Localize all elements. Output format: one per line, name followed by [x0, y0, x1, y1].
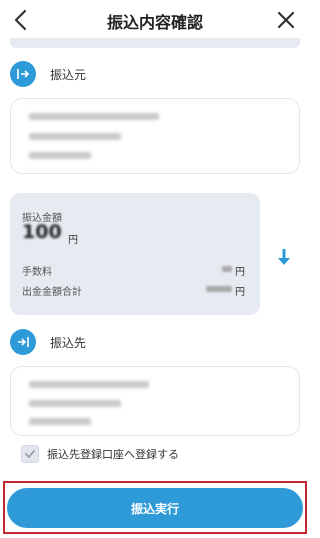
arrow-out-icon — [10, 61, 36, 87]
redacted-text — [29, 113, 159, 120]
fee-unit: 円 — [235, 267, 245, 278]
redacted-text — [29, 133, 121, 140]
close-icon[interactable] — [274, 8, 298, 32]
transfer-amount-value: 100 — [22, 221, 62, 243]
transfer-amount-unit: 円 — [68, 235, 78, 246]
from-account-card — [10, 98, 300, 174]
arrow-in-icon — [10, 329, 36, 355]
register-checkbox[interactable] — [21, 445, 39, 463]
previous-card-edge — [10, 38, 300, 48]
from-section-header: 振込元 — [10, 60, 86, 88]
redacted-text — [29, 418, 91, 425]
amount-summary-card: 振込金額 100 円 手数料 円 出金金額合計 円 — [10, 193, 260, 315]
to-account-card — [10, 366, 300, 436]
arrow-down-icon — [278, 249, 290, 265]
redacted-text — [29, 400, 121, 407]
page-title: 振込内容確認 — [106, 13, 203, 32]
redacted-text — [29, 152, 91, 159]
execute-transfer-button[interactable]: 振込実行 — [7, 488, 303, 528]
total-unit: 円 — [235, 287, 245, 298]
header-bar: 振込内容確認 — [0, 0, 310, 40]
check-icon — [25, 450, 35, 458]
to-section-header: 振込先 — [10, 328, 86, 356]
to-section-label: 振込先 — [50, 335, 87, 350]
redacted-text — [29, 381, 149, 388]
register-checkbox-row[interactable]: 振込先登録口座へ登録する — [21, 445, 179, 463]
fee-label: 手数料 — [22, 267, 52, 278]
register-checkbox-label: 振込先登録口座へ登録する — [47, 448, 179, 461]
redacted-fee — [222, 266, 232, 272]
redacted-total — [206, 286, 232, 292]
from-section-label: 振込元 — [50, 67, 87, 82]
total-label: 出金金額合計 — [22, 287, 82, 298]
